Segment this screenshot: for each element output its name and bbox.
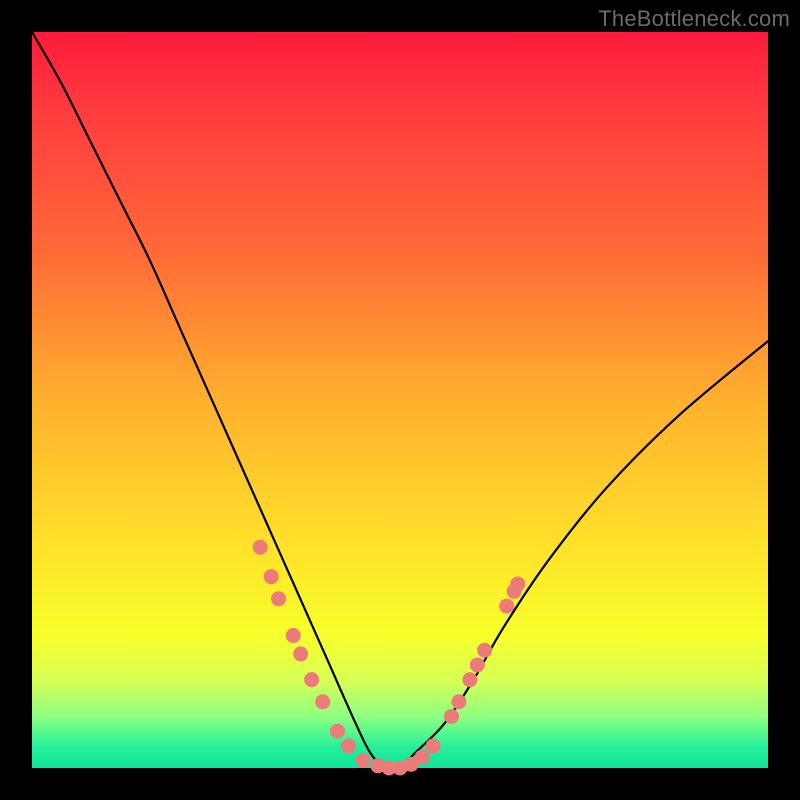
chart-frame: TheBottleneck.com (0, 0, 800, 800)
data-point (444, 709, 459, 724)
bottleneck-curve (32, 32, 768, 770)
data-point (470, 657, 485, 672)
data-point (415, 749, 430, 764)
data-point (271, 591, 286, 606)
data-points-group (253, 540, 526, 776)
data-point (286, 628, 301, 643)
data-point (253, 540, 268, 555)
data-point (315, 694, 330, 709)
data-point (293, 646, 308, 661)
watermark-text: TheBottleneck.com (598, 6, 790, 32)
data-point (330, 724, 345, 739)
data-point (510, 577, 525, 592)
plot-area (32, 32, 768, 768)
data-point (264, 569, 279, 584)
data-point (477, 643, 492, 658)
data-point (451, 694, 466, 709)
chart-svg (32, 32, 768, 768)
data-point (462, 672, 477, 687)
data-point (341, 738, 356, 753)
data-point (304, 672, 319, 687)
data-point (356, 753, 371, 768)
data-point (499, 599, 514, 614)
data-point (426, 738, 441, 753)
